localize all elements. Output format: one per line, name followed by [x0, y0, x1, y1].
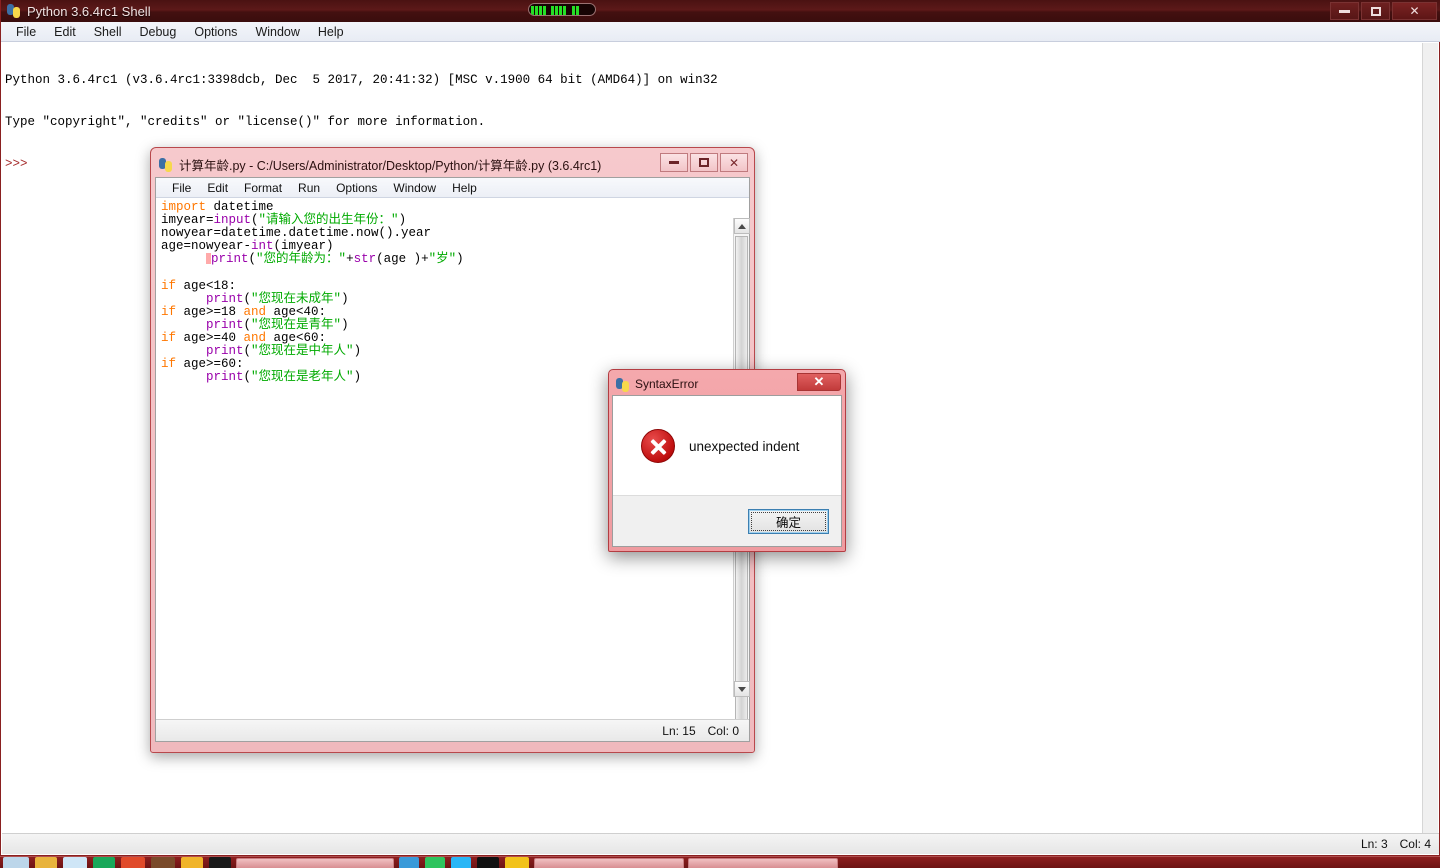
app-icon-2[interactable] — [63, 857, 87, 868]
shell-menu-help[interactable]: Help — [309, 24, 353, 40]
shell-menu-file[interactable]: File — [7, 24, 45, 40]
app-icon-1[interactable] — [35, 857, 57, 868]
shell-menu-debug[interactable]: Debug — [131, 24, 186, 40]
editor-menu-file[interactable]: File — [164, 180, 199, 196]
editor-menubar: File Edit Format Run Options Window Help — [156, 178, 749, 198]
shell-titlebar[interactable]: Python 3.6.4rc1 Shell ✕ — [1, 0, 1440, 22]
app-icon-7[interactable] — [209, 857, 231, 868]
shell-menu-window[interactable]: Window — [246, 24, 308, 40]
code-line: print("您现在是中年人") — [206, 344, 362, 359]
app-icon-10[interactable] — [451, 857, 471, 868]
shell-restore-button[interactable] — [1361, 2, 1390, 20]
dialog-message: unexpected indent — [689, 438, 800, 454]
editor-menu-options[interactable]: Options — [328, 180, 385, 196]
dialog-content: unexpected indent 确定 — [612, 395, 842, 547]
shell-close-button[interactable]: ✕ — [1392, 2, 1437, 20]
editor-title: 计算年龄.py - C:/Users/Administrator/Desktop… — [179, 159, 602, 173]
shell-status-line: Ln: 3 — [1360, 837, 1388, 851]
dialog-title: SyntaxError — [635, 377, 699, 391]
editor-menu-help[interactable]: Help — [444, 180, 485, 196]
dialog-ok-button[interactable]: 确定 — [748, 508, 829, 534]
app-icon-4[interactable] — [121, 857, 145, 868]
shell-minimize-button[interactable] — [1330, 2, 1359, 20]
shell-output-line: Python 3.6.4rc1 (v3.6.4rc1:3398dcb, Dec … — [5, 73, 718, 87]
scroll-down-icon[interactable] — [734, 681, 750, 697]
shell-menubar: File Edit Shell Debug Options Window Hel… — [1, 22, 1440, 42]
taskbar-window-1[interactable] — [236, 858, 394, 868]
taskbar-window-2[interactable] — [534, 858, 684, 868]
editor-status-line: Ln: 15 — [662, 723, 696, 738]
editor-minimize-button[interactable] — [660, 153, 688, 172]
scroll-up-icon[interactable] — [734, 218, 750, 234]
status-meter-icon — [528, 3, 596, 16]
app-icon-6[interactable] — [181, 857, 203, 868]
app-icon-8[interactable] — [399, 857, 419, 868]
app-icon-5[interactable] — [151, 857, 175, 868]
editor-window-controls: ✕ — [660, 153, 748, 172]
shell-menu-shell[interactable]: Shell — [85, 24, 131, 40]
editor-menu-format[interactable]: Format — [236, 180, 290, 196]
app-icon-11[interactable] — [477, 857, 499, 868]
start-orb[interactable] — [3, 857, 29, 868]
editor-close-button[interactable]: ✕ — [720, 153, 748, 172]
app-icon-12[interactable] — [505, 857, 529, 868]
editor-statusbar: Ln: 15 Col: 0 — [156, 719, 749, 741]
dialog-button-bar: 确定 — [613, 495, 841, 546]
python-icon — [615, 377, 630, 392]
shell-window-controls: ✕ — [1330, 2, 1437, 20]
editor-restore-button[interactable] — [690, 153, 718, 172]
shell-output-line: Type "copyright", "credits" or "license(… — [5, 115, 486, 129]
dialog-message-area: unexpected indent — [613, 396, 841, 496]
editor-status-col: Col: 0 — [707, 723, 739, 738]
app-icon-3[interactable] — [93, 857, 115, 868]
python-icon — [6, 3, 22, 19]
error-circle-icon — [641, 429, 675, 463]
editor-titlebar[interactable]: 计算年龄.py - C:/Users/Administrator/Desktop… — [155, 152, 750, 177]
shell-menu-edit[interactable]: Edit — [45, 24, 85, 40]
app-icon-9[interactable] — [425, 857, 445, 868]
dialog-titlebar[interactable]: SyntaxError ✕ — [612, 373, 842, 395]
taskbar — [0, 856, 1440, 868]
python-icon — [158, 157, 174, 173]
editor-menu-run[interactable]: Run — [290, 180, 328, 196]
shell-menu-options[interactable]: Options — [185, 24, 246, 40]
code-line: print("您的年龄为："+str(age )+"岁") — [161, 253, 728, 266]
shell-vertical-scrollbar[interactable] — [1422, 43, 1438, 833]
taskbar-window-3[interactable] — [688, 858, 838, 868]
syntax-error-dialog: SyntaxError ✕ unexpected indent 确定 — [608, 369, 846, 552]
editor-menu-window[interactable]: Window — [385, 180, 444, 196]
shell-title: Python 3.6.4rc1 Shell — [27, 3, 151, 19]
editor-menu-edit[interactable]: Edit — [199, 180, 236, 196]
shell-statusbar: Ln: 3 Col: 4 — [2, 833, 1439, 854]
dialog-close-button[interactable]: ✕ — [797, 373, 841, 391]
shell-status-col: Col: 4 — [1399, 837, 1431, 851]
